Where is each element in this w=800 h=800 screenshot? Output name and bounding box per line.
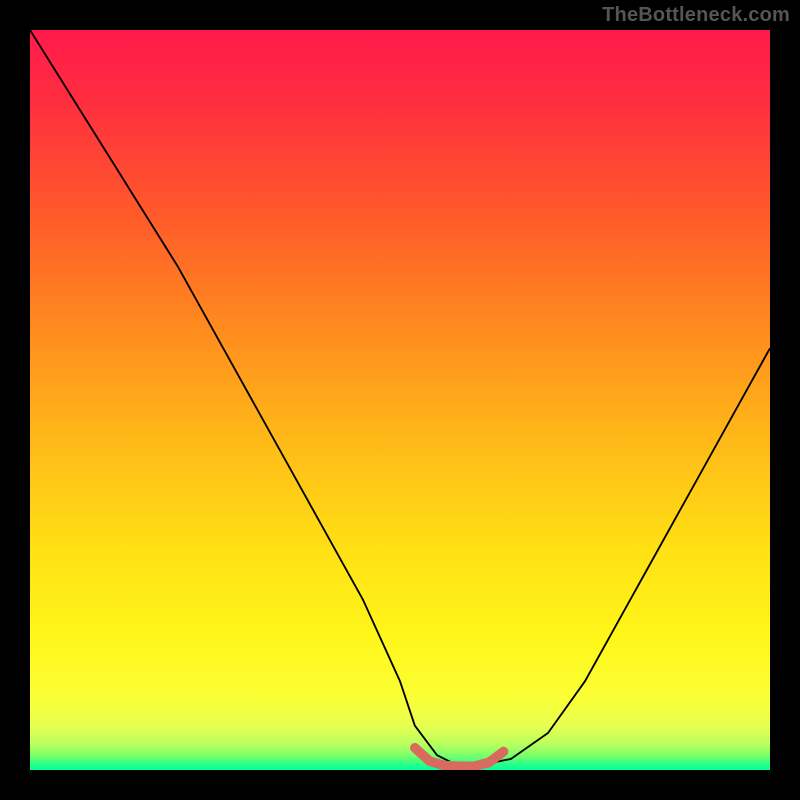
curve-svg [30,30,770,770]
plot-area [30,30,770,770]
bottleneck-curve-path [30,30,770,766]
watermark-text: TheBottleneck.com [602,4,790,27]
chart-stage: TheBottleneck.com #ff1a4b #00ffa2 [0,0,800,800]
optimal-band-path [415,748,504,767]
